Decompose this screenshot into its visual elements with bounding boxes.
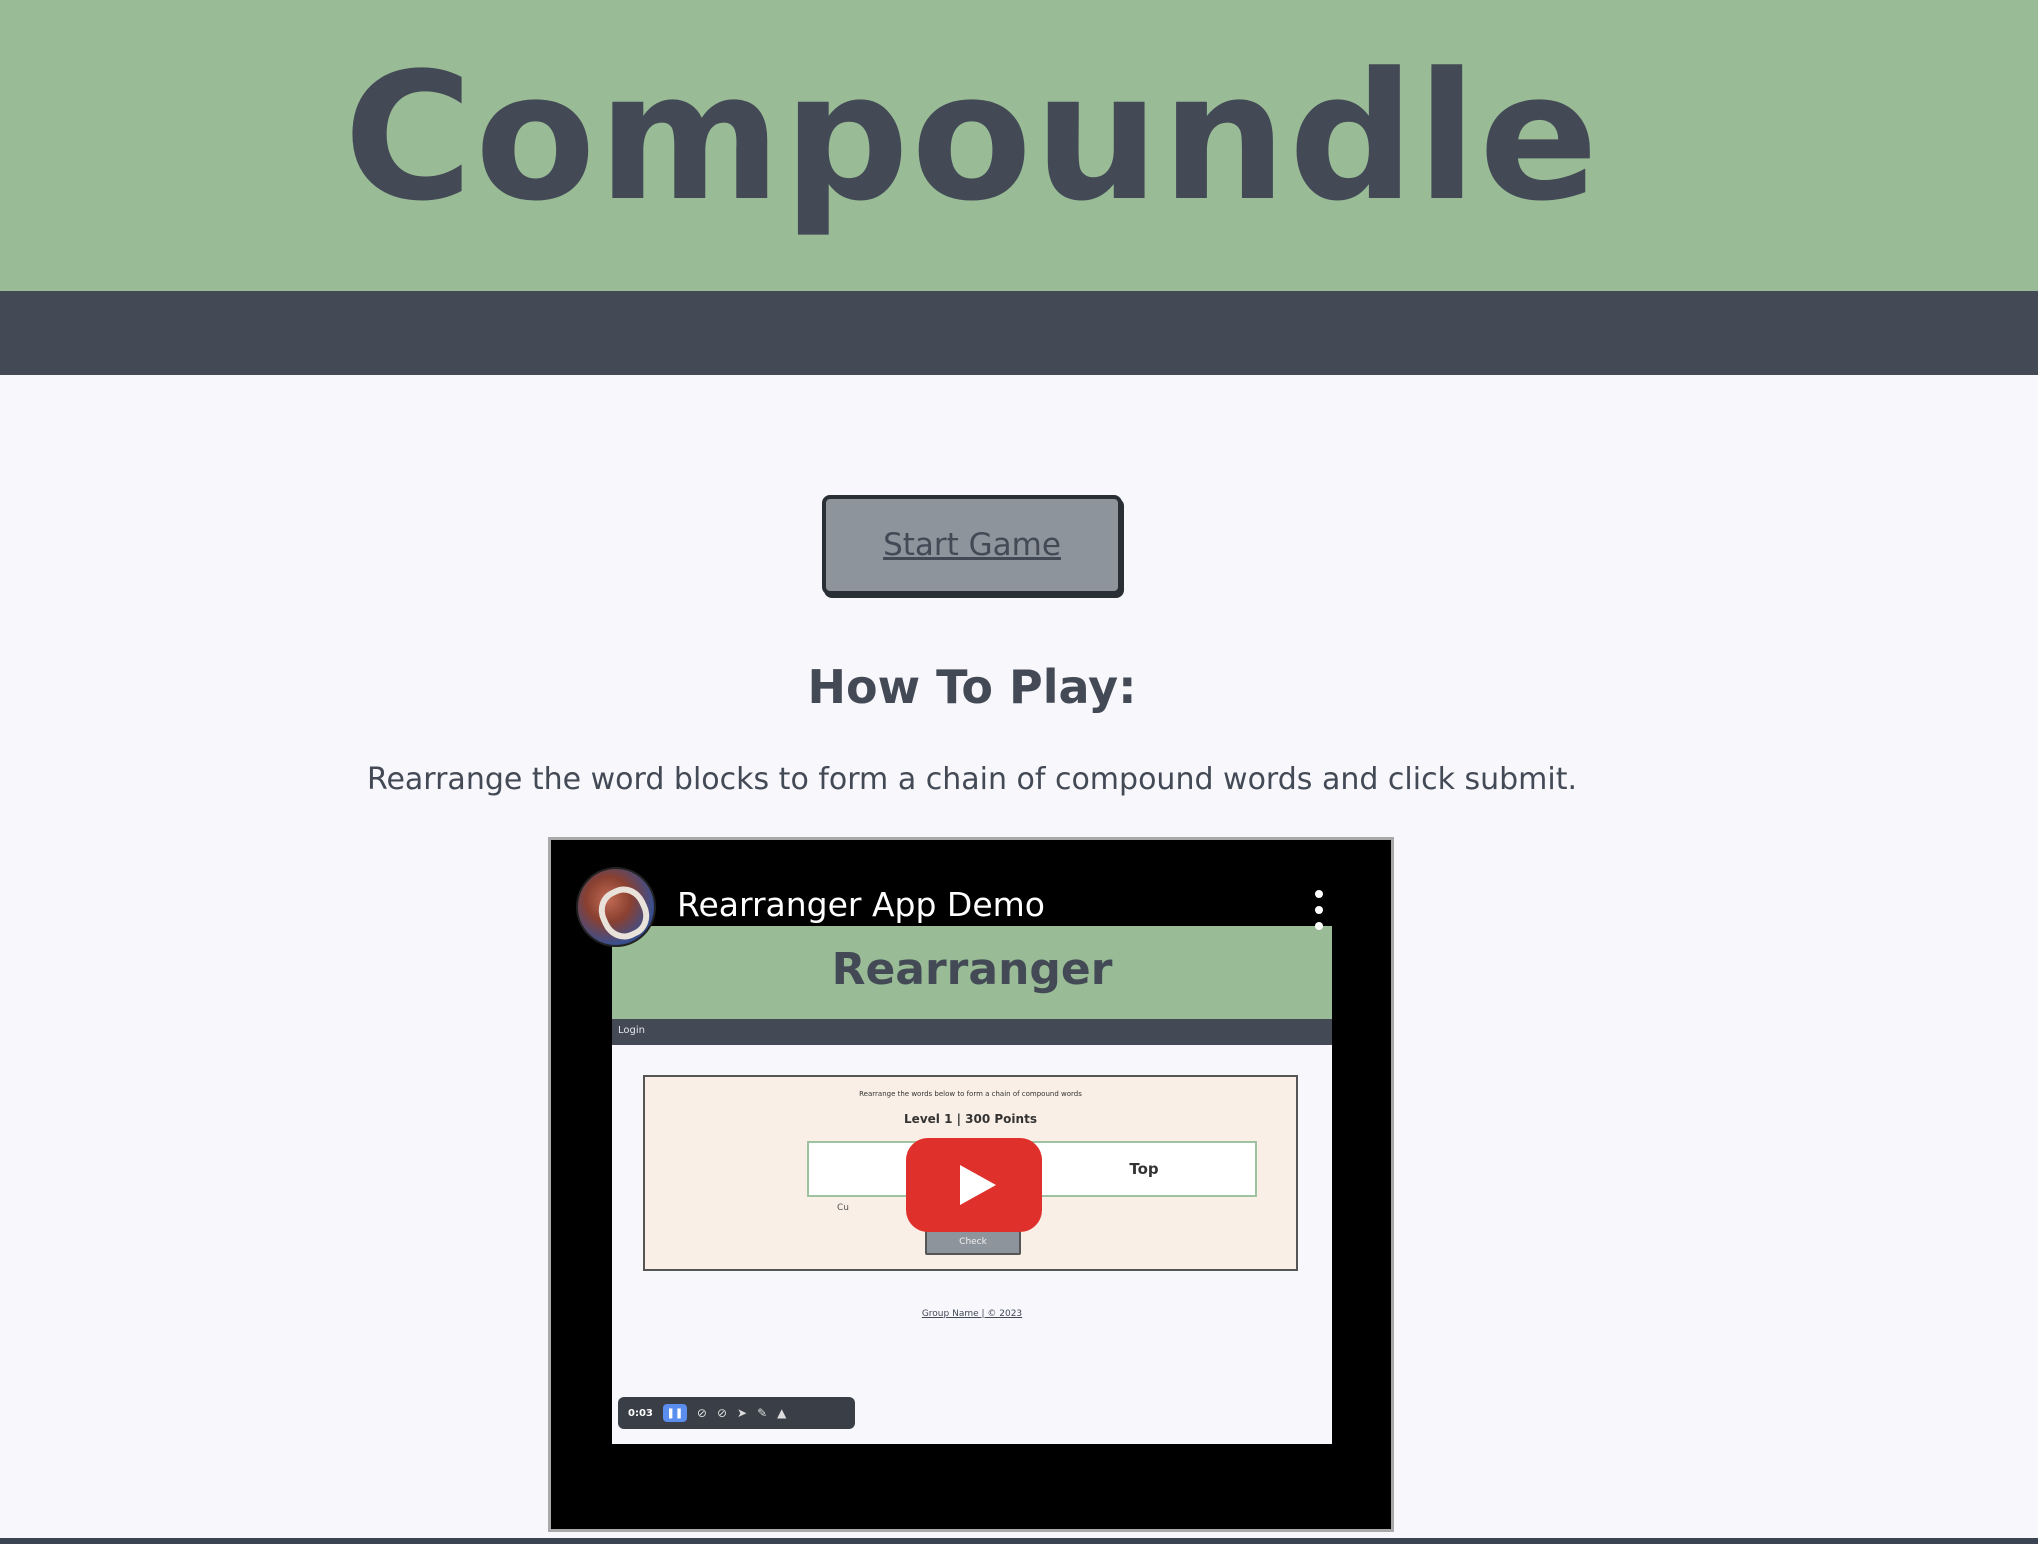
recorder-time: 0:03 [628, 1407, 653, 1419]
thumbnail-level: Level 1 | 300 Points [904, 1112, 1037, 1126]
camera-off-icon: ⊘ [716, 1406, 727, 1420]
thumbnail-footer: Group Name | © 2023 [921, 1309, 1023, 1319]
bottom-edge [0, 1538, 2038, 1544]
play-button[interactable] [906, 1138, 1042, 1232]
thumbnail-word-block: Top [1031, 1141, 1257, 1197]
how-to-play-heading: How To Play: [807, 660, 1137, 714]
thumbnail-recorder-toolbar: 0:03 ❚❚ ⊘ ⊘ ➤ ✎ ▲ [618, 1397, 855, 1429]
how-to-play-text: Rearrange the word blocks to form a chai… [366, 762, 1578, 797]
pause-icon: ❚❚ [662, 1404, 687, 1422]
pen-icon: ✎ [757, 1406, 768, 1420]
start-game-button[interactable]: Start Game [822, 495, 1122, 595]
video-embed[interactable]: Rearranger Login Rearrange the words bel… [548, 837, 1394, 1532]
channel-avatar[interactable] [576, 867, 656, 947]
thumbnail-header: Rearranger [612, 926, 1332, 1019]
site-title: Compoundle [343, 35, 1601, 240]
thumbnail-instructions: Rearrange the words below to form a chai… [859, 1090, 1082, 1098]
thumbnail-navbar: Login [612, 1019, 1332, 1045]
thumbnail-login: Login [618, 1025, 645, 1036]
more-vert-icon[interactable] [1309, 890, 1329, 930]
play-icon [960, 1165, 996, 1205]
thumbnail-app-title: Rearranger [831, 944, 1113, 995]
page: Compoundle Start Game How To Play: Rearr… [0, 0, 2038, 1544]
video-title[interactable]: Rearranger App Demo [677, 885, 1045, 924]
thumbnail-sub-label: Cu [837, 1203, 849, 1213]
thumbnail-check-button: Check [925, 1229, 1021, 1255]
cursor-icon: ➤ [737, 1406, 748, 1420]
mic-off-icon: ⊘ [696, 1406, 707, 1420]
highlight-icon: ▲ [777, 1406, 787, 1420]
navbar [0, 291, 2038, 375]
site-header: Compoundle [0, 0, 2038, 291]
